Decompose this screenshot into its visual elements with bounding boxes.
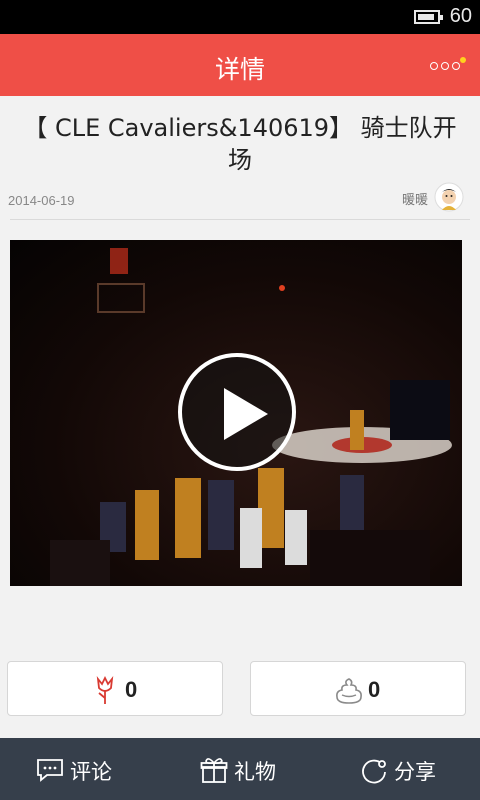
- share-icon: [362, 759, 386, 784]
- comment-button[interactable]: 评论: [36, 756, 126, 784]
- battery-icon: [414, 10, 443, 24]
- poop-vote-button[interactable]: 0: [250, 661, 466, 716]
- gift-button[interactable]: 礼物: [200, 756, 290, 784]
- comment-label: 评论: [70, 760, 112, 784]
- notification-badge: [460, 57, 466, 63]
- avatar[interactable]: [434, 182, 464, 212]
- author-name[interactable]: 暖暖: [402, 189, 428, 208]
- comment-icon: [37, 759, 63, 782]
- gift-label: 礼物: [234, 760, 276, 784]
- battery-level: 60: [449, 5, 472, 27]
- share-label: 分享: [394, 760, 436, 784]
- gift-icon: [200, 758, 228, 783]
- app-bar: 详情: [0, 34, 480, 96]
- article-title: 【 CLE Cavaliers&140619】 骑士队开场: [23, 114, 457, 174]
- more-dots-icon: [430, 62, 438, 70]
- video-player[interactable]: [10, 240, 462, 586]
- flower-count: 0: [125, 677, 138, 702]
- flower-icon: [96, 675, 114, 704]
- poop-count: 0: [368, 677, 381, 702]
- page-title: 详情: [214, 55, 265, 84]
- divider: [10, 219, 470, 220]
- bottom-action-bar: 评论 礼物 分享: [0, 738, 480, 800]
- status-bar: 60: [0, 0, 480, 34]
- share-button[interactable]: 分享: [360, 756, 450, 784]
- flower-vote-button[interactable]: 0: [7, 661, 223, 716]
- more-options-button[interactable]: [430, 56, 466, 76]
- play-icon: [224, 388, 268, 440]
- post-date: 2014-06-19: [8, 193, 75, 208]
- poop-icon: [336, 678, 362, 704]
- play-button[interactable]: [178, 353, 296, 471]
